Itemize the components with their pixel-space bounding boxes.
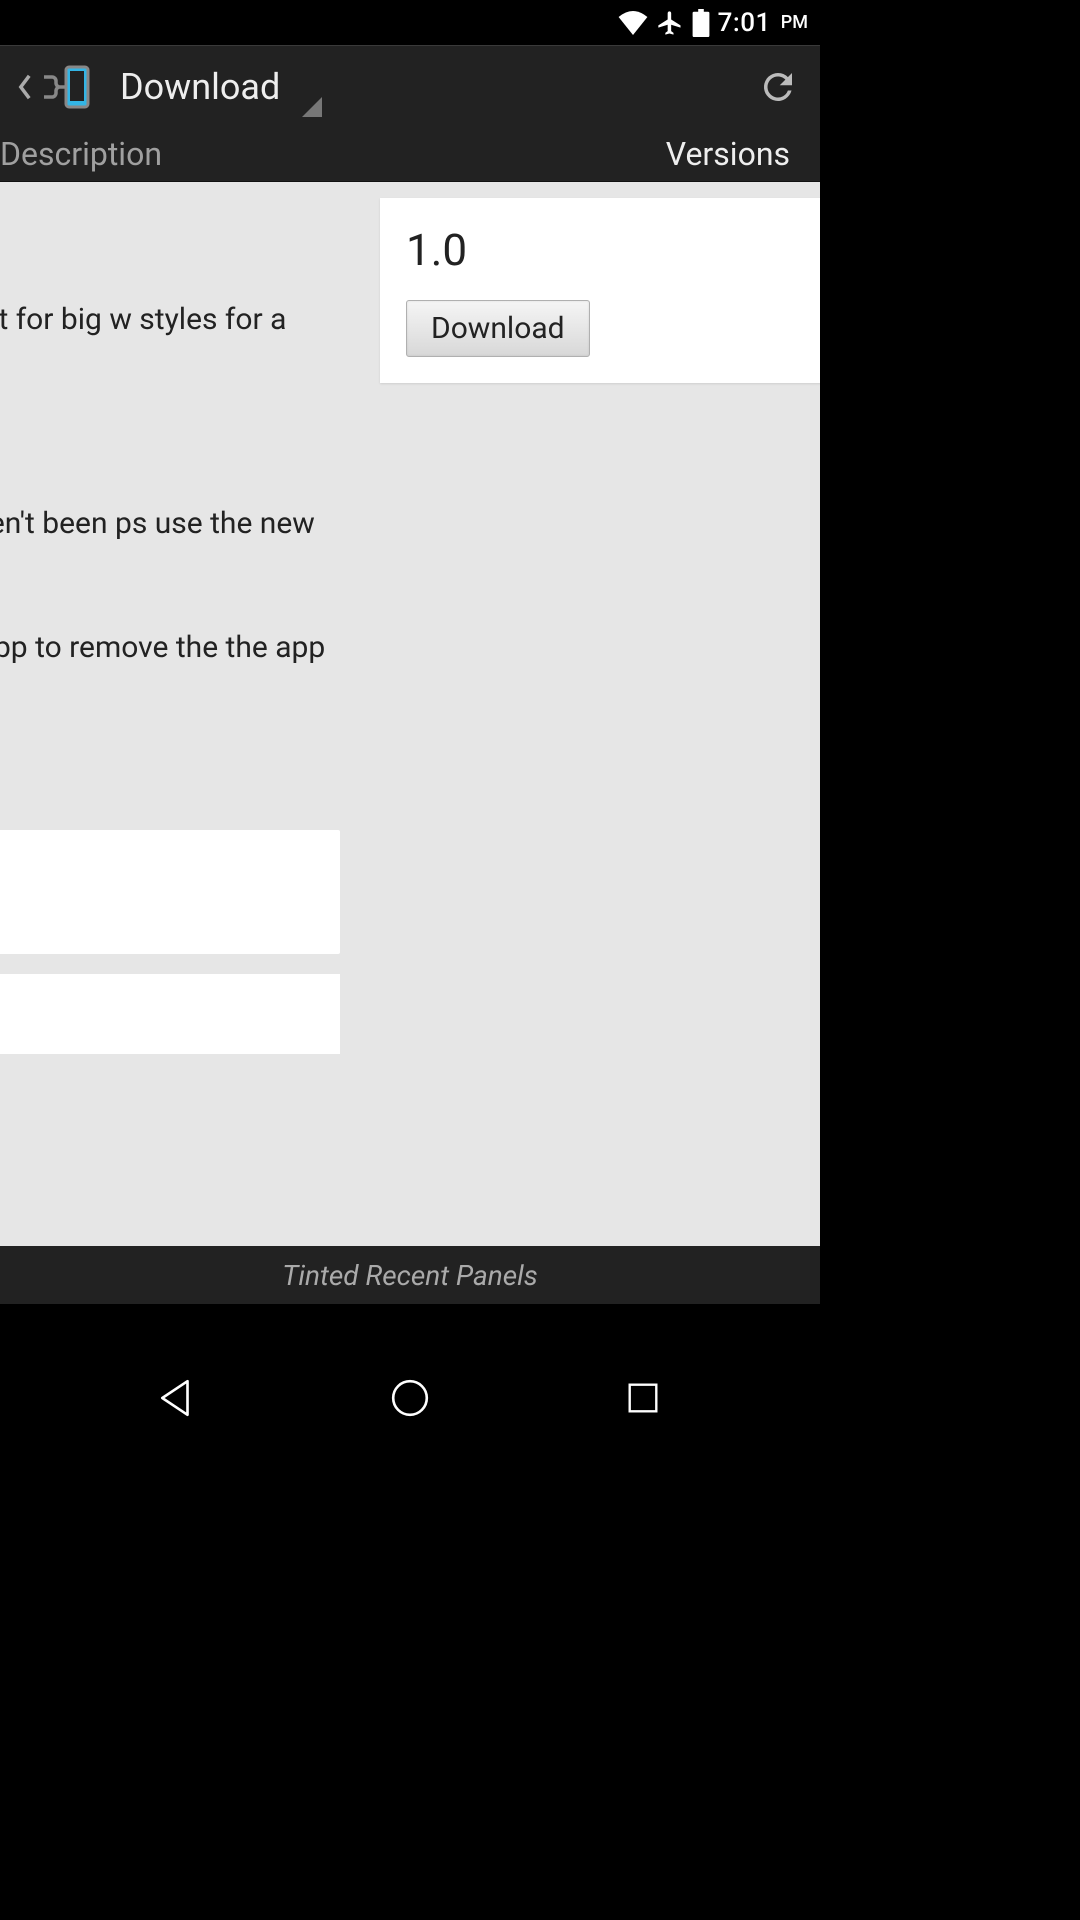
nav-back-button[interactable] (147, 1368, 207, 1428)
airplane-icon (656, 9, 684, 37)
battery-icon (692, 9, 710, 37)
tab-versions[interactable]: Versions (666, 135, 790, 173)
xposed-app-icon (36, 63, 92, 111)
content-pager[interactable]: ls nts screen with coloured n a habit fo… (0, 182, 820, 1246)
recents-square-icon (624, 1379, 662, 1417)
module-description: nts screen with coloured n a habit for b… (0, 298, 340, 794)
status-bar: 7:01 PM (0, 0, 820, 45)
dropdown-indicator-icon[interactable] (302, 97, 322, 117)
action-bar: Download (0, 45, 820, 127)
action-bar-title[interactable]: Download (120, 66, 280, 108)
description-pane: ls nts screen with coloured n a habit fo… (0, 182, 340, 1246)
desc-paragraph: re versions. (0, 750, 330, 794)
version-number: 1.0 (406, 224, 814, 276)
module-title-fragment: ls (0, 200, 340, 258)
version-card: 1.0 Download (380, 198, 820, 383)
desc-paragraph: nts screen with coloured n a habit for b… (0, 298, 330, 386)
nav-recents-button[interactable] (613, 1368, 673, 1428)
refresh-button[interactable] (754, 63, 802, 111)
refresh-icon (757, 66, 799, 108)
tab-bar: Description Versions (0, 127, 820, 182)
spacer (0, 1304, 820, 1340)
tab-description[interactable]: Description (0, 135, 162, 173)
download-button[interactable]: Download (406, 300, 590, 357)
up-button[interactable] (18, 63, 92, 111)
back-triangle-icon (156, 1377, 198, 1419)
status-ampm: PM (781, 12, 808, 33)
card (0, 974, 340, 1054)
module-name-footer: Tinted Recent Panels (0, 1246, 820, 1304)
wifi-icon (618, 11, 648, 35)
desc-paragraph: nt by tinting the apps (0, 422, 330, 466)
nav-home-button[interactable] (380, 1368, 440, 1428)
desc-paragraph: o once after installation that haven't b… (0, 502, 330, 590)
desc-paragraph: sion, tap an app to force old an app to … (0, 626, 330, 714)
navigation-bar (0, 1340, 820, 1456)
home-circle-icon (389, 1377, 431, 1419)
back-chevron-icon (18, 73, 32, 101)
support-link-card[interactable]: com/xposed/lollipop-5 (0, 830, 340, 954)
status-time: 7:01 (718, 8, 771, 38)
